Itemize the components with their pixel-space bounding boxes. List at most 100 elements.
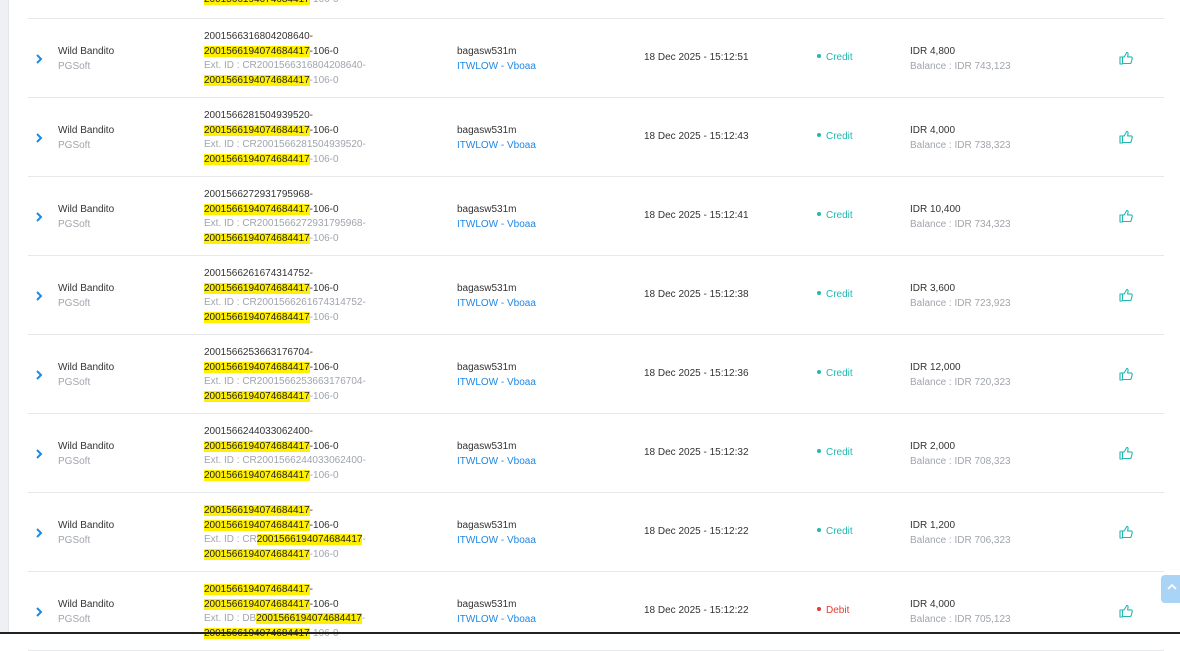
transaction-id-line: 2001566194074684417-106-0 — [204, 440, 434, 455]
thumbs-up-button[interactable] — [1118, 524, 1134, 540]
transaction-type-badge: Credit — [817, 210, 853, 221]
game-provider: PGSoft — [58, 219, 91, 230]
user-cell: bagasw531m ITWLOW - Vboaa — [457, 281, 536, 311]
transaction-id-cell: 2001566281504939520- 2001566194074684417-… — [204, 109, 434, 167]
transaction-id-cell: 2001566253663176704- 2001566194074684417-… — [204, 346, 434, 404]
id-text: 2001566253663176704- — [204, 347, 313, 358]
username: bagasw531m — [457, 441, 517, 452]
username: bagasw531m — [457, 46, 517, 57]
thumbs-up-button[interactable] — [1118, 603, 1134, 619]
transaction-id-line: 2001566316804208640- — [204, 30, 434, 45]
chevron-right-icon — [36, 370, 43, 380]
transaction-amount: IDR 4,000 — [910, 125, 956, 136]
game-name: Wild Bandito — [58, 125, 115, 136]
highlighted-match: 2001566194074684417 — [204, 361, 310, 373]
id-text: 2001566272931795968- — [204, 189, 313, 200]
id-text: Ext. ID : CR — [204, 534, 257, 545]
external-id-line: Ext. ID : DB2001566194074684417- — [204, 612, 434, 627]
username: bagasw531m — [457, 362, 517, 373]
expand-row-button[interactable] — [34, 369, 44, 381]
game-cell: Wild Bandito PGSoft — [58, 518, 114, 548]
id-text: -106-0 — [309, 311, 339, 323]
game-name: Wild Bandito — [58, 441, 115, 452]
agent-link[interactable]: ITWLOW - Vboaa — [457, 533, 536, 548]
thumbs-up-button[interactable] — [1118, 129, 1134, 145]
external-id-line: 2001566194074684417-106-0 — [204, 153, 434, 168]
transaction-type-label: Credit — [826, 447, 853, 458]
username: bagasw531m — [457, 599, 517, 610]
external-id-line: Ext. ID : CR2001566316804208640- — [204, 59, 434, 74]
balance-after: Balance : IDR 708,323 — [910, 456, 1011, 467]
expand-row-button[interactable] — [34, 132, 44, 144]
agent-link[interactable]: ITWLOW - Vboaa — [457, 612, 536, 627]
transaction-type-badge: Credit — [817, 447, 853, 458]
thumbs-up-icon — [1119, 367, 1133, 381]
scroll-to-top-button[interactable] — [1161, 575, 1180, 603]
highlighted-match: 2001566194074684417 — [204, 232, 310, 244]
chevron-right-icon — [36, 54, 43, 64]
game-cell: Wild Bandito PGSoft — [58, 439, 114, 469]
thumbs-up-button[interactable] — [1118, 366, 1134, 382]
username: bagasw531m — [457, 520, 517, 531]
transaction-id-cell: 2001566316804208640- 2001566194074684417-… — [204, 30, 434, 88]
highlighted-match: 2001566194074684417 — [204, 74, 310, 86]
user-cell: bagasw531m ITWLOW - Vboaa — [457, 518, 536, 548]
game-name: Wild Bandito — [58, 362, 115, 373]
thumbs-up-icon — [1119, 604, 1133, 618]
id-text: 2001566244033062400- — [204, 426, 313, 437]
agent-link[interactable]: ITWLOW - Vboaa — [457, 375, 536, 390]
expand-row-button[interactable] — [34, 606, 44, 618]
game-provider: PGSoft — [58, 377, 91, 388]
thumbs-up-button[interactable] — [1118, 287, 1134, 303]
expand-row-button[interactable] — [34, 527, 44, 539]
thumbs-up-button[interactable] — [1118, 50, 1134, 66]
thumbs-up-button[interactable] — [1118, 445, 1134, 461]
agent-link[interactable]: ITWLOW - Vboaa — [457, 217, 536, 232]
id-text: -106-0 — [309, 124, 339, 136]
agent-link[interactable]: ITWLOW - Vboaa — [457, 138, 536, 153]
id-text: - — [362, 534, 366, 545]
transaction-amount: IDR 4,000 — [910, 599, 956, 610]
id-text: -106-0 — [309, 440, 339, 452]
table-row: Wild Bandito PGSoft 2001566261674314752- 20… — [28, 256, 1164, 335]
amount-cell: IDR 3,600 Balance : IDR 723,923 — [910, 281, 1011, 311]
status-dot-icon — [817, 449, 821, 454]
game-cell: Wild Bandito PGSoft — [58, 360, 114, 390]
balance-after: Balance : IDR 723,923 — [910, 298, 1011, 309]
agent-link[interactable]: ITWLOW - Vboaa — [457, 296, 536, 311]
expand-row-button[interactable] — [34, 448, 44, 460]
transaction-id-line: 2001566194074684417-106-0 — [204, 361, 434, 376]
transaction-type-badge: Credit — [817, 526, 853, 537]
game-provider: PGSoft — [58, 456, 91, 467]
amount-cell: IDR 4,000 Balance : IDR 705,123 — [910, 597, 1011, 627]
agent-link[interactable]: ITWLOW - Vboaa — [457, 454, 536, 469]
expand-row-button[interactable] — [34, 211, 44, 223]
balance-after: Balance : IDR 706,323 — [910, 535, 1011, 546]
agent-link[interactable]: ITWLOW - Vboaa — [457, 59, 536, 74]
highlighted-match: 2001566194074684417 — [204, 390, 310, 402]
id-text: Ext. ID : DB — [204, 613, 257, 624]
amount-cell: IDR 4,800 Balance : IDR 743,123 — [910, 44, 1011, 74]
expand-row-button[interactable] — [34, 53, 44, 65]
transaction-date: 18 Dec 2025 - 15:12:32 — [644, 447, 749, 458]
highlighted-match: 2001566194074684417 — [204, 153, 310, 165]
id-text: Ext. ID : CR2001566272931795968- — [204, 218, 366, 229]
game-name: Wild Bandito — [58, 283, 115, 294]
id-text: Ext. ID : CR2001566316804208640- — [204, 60, 366, 71]
external-id-line: 2001566194074684417-106-0 — [204, 390, 434, 405]
thumbs-up-button[interactable] — [1118, 208, 1134, 224]
highlighted-match: 2001566194074684417 — [204, 598, 310, 610]
transaction-id-line: 2001566194074684417-106-0 — [204, 124, 434, 139]
expand-row-button[interactable] — [34, 290, 44, 302]
transaction-type-label: Debit — [826, 605, 850, 616]
transaction-id-line: 2001566253663176704- — [204, 346, 434, 361]
id-text: -106-0 — [310, 0, 339, 5]
transaction-type-label: Credit — [826, 52, 853, 63]
transaction-date: 18 Dec 2025 - 15:12:38 — [644, 289, 749, 300]
highlighted-match: 2001566194074684417 — [204, 0, 310, 5]
status-dot-icon — [817, 54, 821, 59]
external-id-line: 2001566194074684417-106-0 — [204, 548, 434, 563]
game-cell: Wild Bandito PGSoft — [58, 123, 114, 153]
game-provider: PGSoft — [58, 140, 91, 151]
status-dot-icon — [817, 133, 821, 138]
